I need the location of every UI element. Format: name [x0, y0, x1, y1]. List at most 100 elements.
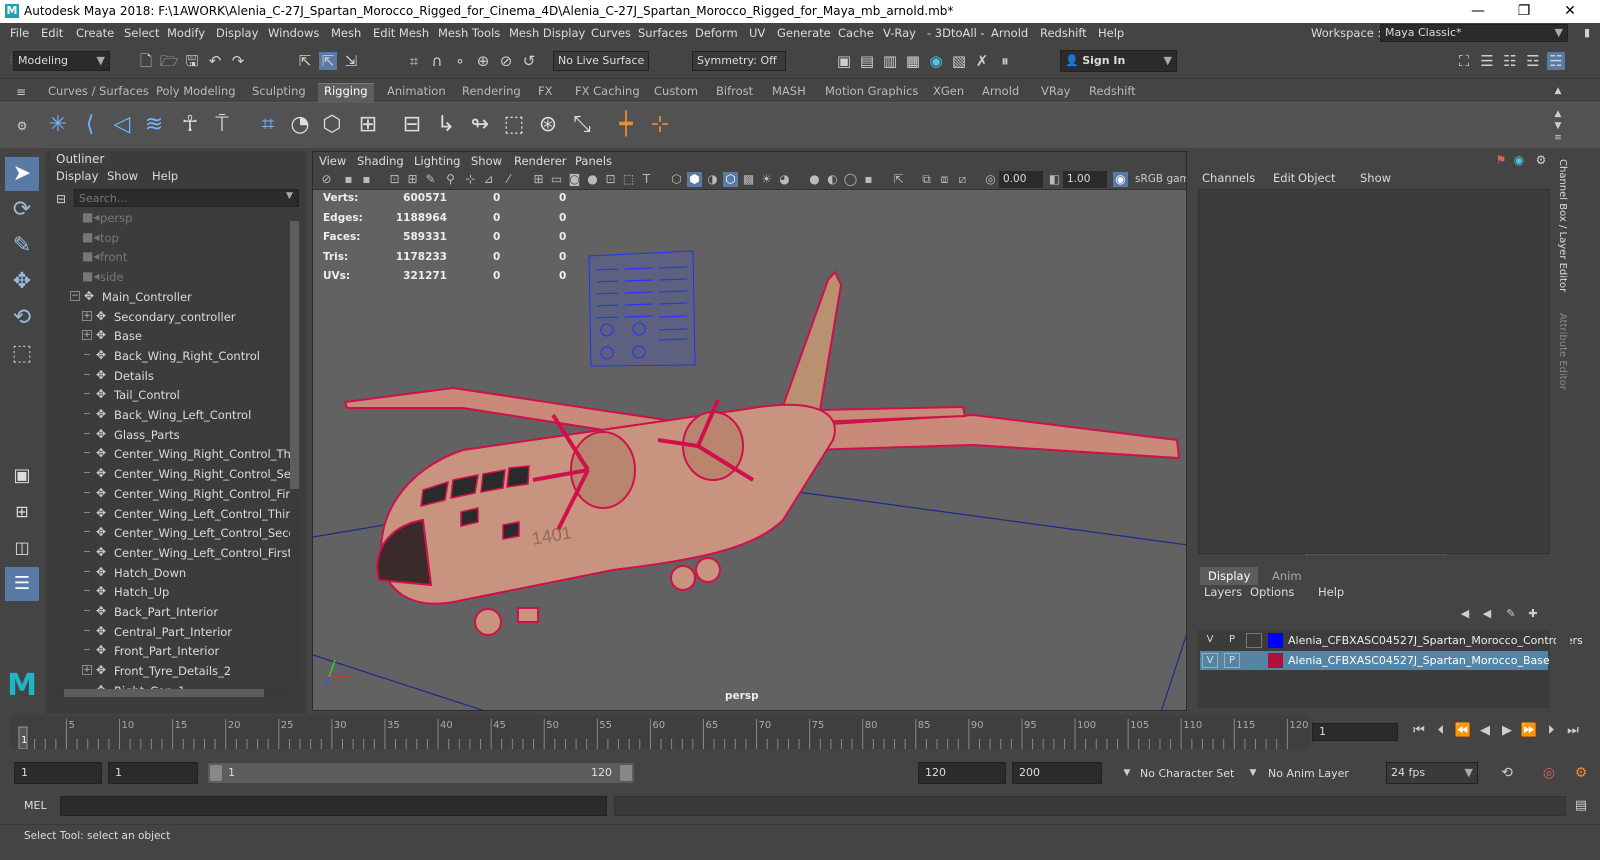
- shelf-tab-fx-caching[interactable]: FX Caching: [569, 84, 646, 102]
- layer-color-swatch[interactable]: [1268, 653, 1283, 668]
- expand-toggle-icon[interactable]: +: [82, 330, 92, 341]
- menu-generate[interactable]: Generate: [777, 26, 831, 40]
- mel-command-input[interactable]: [60, 796, 607, 816]
- layer-tab-anim[interactable]: Anim: [1264, 567, 1310, 585]
- shelf-tab-fx[interactable]: FX: [532, 84, 559, 102]
- depth-of-field-icon[interactable]: ▪: [861, 172, 876, 187]
- menu-file[interactable]: File: [10, 26, 29, 40]
- safe-action-icon[interactable]: ⬚: [621, 172, 636, 187]
- motion-blur-icon[interactable]: ◐: [825, 172, 840, 187]
- menu-3dtoall[interactable]: - 3DtoAll -: [927, 26, 985, 40]
- go-to-start-icon[interactable]: ⏮: [1410, 722, 1428, 740]
- menu-mesh-tools[interactable]: Mesh Tools: [438, 26, 500, 40]
- snap-surface-icon[interactable]: ⊘: [497, 52, 515, 70]
- chevron-down-icon[interactable]: ▼: [1244, 764, 1262, 782]
- outliner-item[interactable]: ✥ Details: [46, 367, 290, 386]
- viewport-menu-panels[interactable]: Panels: [575, 154, 612, 168]
- outliner-item[interactable]: ■◂ top: [46, 229, 290, 248]
- render-settings-icon[interactable]: ▦: [904, 52, 922, 70]
- menu-cache[interactable]: Cache: [838, 26, 874, 40]
- color-management-icon[interactable]: ◉: [1113, 172, 1128, 187]
- display-layer-row[interactable]: V P Alenia_CFBXASC04527J_Spartan_Morocco_B…: [1200, 651, 1550, 670]
- scroll-up-icon[interactable]: ▲: [1549, 82, 1567, 100]
- camera-attributes-icon[interactable]: ▪: [341, 172, 356, 187]
- layer-playback-toggle[interactable]: P: [1224, 633, 1240, 648]
- scrollbar-thumb[interactable]: [290, 221, 299, 489]
- outliner-item[interactable]: ✥ Hatch_Down: [46, 564, 290, 583]
- textured-icon[interactable]: ▩: [741, 172, 756, 187]
- layer-visibility-toggle[interactable]: V: [1202, 653, 1218, 668]
- time-slider[interactable]: 5 10 15 20 25 30 35 40 45 50 55 60 65 70 75 80 85 90 95 100…: [0, 714, 1600, 756]
- shelf-tab-motion-graphics[interactable]: Motion Graphics: [819, 84, 924, 102]
- safe-title-icon[interactable]: T: [639, 172, 654, 187]
- new-scene-icon[interactable]: 🗋: [137, 52, 155, 70]
- symmetry-dropdown[interactable]: Symmetry: Off: [692, 51, 786, 71]
- range-start-handle[interactable]: [210, 765, 222, 781]
- snap-curve-icon[interactable]: ∩: [428, 52, 446, 70]
- layer-menu-options[interactable]: Options: [1250, 585, 1294, 599]
- animation-end-field[interactable]: 200: [1012, 762, 1102, 784]
- snap-pivot-icon[interactable]: ↺: [520, 52, 538, 70]
- film-gate-icon[interactable]: ▭: [549, 172, 564, 187]
- lasso-tool-icon[interactable]: ⟳: [5, 193, 39, 227]
- menu-v-ray[interactable]: V-Ray: [883, 26, 916, 40]
- gamma-icon[interactable]: ◧: [1047, 172, 1062, 187]
- joint-tool-icon[interactable]: ✳: [44, 111, 72, 139]
- shelf-tab-sculpting[interactable]: Sculpting: [246, 84, 312, 102]
- grease-pencil-icon[interactable]: ✎: [423, 172, 438, 187]
- resolution-gate-icon[interactable]: ◙: [567, 172, 582, 187]
- ambient-occlusion-icon[interactable]: ●: [807, 172, 822, 187]
- layer-color-swatch[interactable]: [1268, 633, 1283, 648]
- rotate-tool-icon[interactable]: ⟲: [5, 301, 39, 335]
- fps-dropdown[interactable]: 24 fps ▼: [1386, 762, 1478, 784]
- wireframe-on-shaded-icon[interactable]: ⬡: [723, 172, 738, 187]
- single-view-icon[interactable]: ▣: [5, 459, 39, 493]
- shelf-tab-bifrost[interactable]: Bifrost: [710, 84, 759, 102]
- play-backwards-icon[interactable]: ◀: [1476, 722, 1494, 740]
- ik-handle-icon[interactable]: ⟨: [76, 111, 104, 139]
- menu-edit-mesh[interactable]: Edit Mesh: [373, 26, 429, 40]
- menu-display[interactable]: Display: [216, 26, 258, 40]
- layer-menu-help[interactable]: Help: [1318, 585, 1344, 599]
- outliner-item[interactable]: ✥ Front_Part_Interior: [46, 642, 290, 661]
- outliner-item[interactable]: ■◂ side: [46, 268, 290, 287]
- outliner-item[interactable]: + ✥ Secondary_controller: [46, 308, 290, 327]
- chevron-down-icon[interactable]: ▼: [286, 191, 293, 201]
- channel-menu-object[interactable]: Object: [1298, 171, 1335, 185]
- shelf-more-icon[interactable]: ≡: [1549, 129, 1567, 147]
- outliner-item[interactable]: ■◂ persp: [46, 209, 290, 228]
- channel-box-layer-editor-tab[interactable]: Channel Box / Layer Editor: [1557, 159, 1568, 292]
- shelf-tab-arnold[interactable]: Arnold: [976, 84, 1025, 102]
- outliner-item[interactable]: ✥ Glass_Parts: [46, 426, 290, 445]
- outliner-item[interactable]: + ✥ Base: [46, 327, 290, 346]
- camera-select-icon[interactable]: ⊘: [319, 172, 334, 187]
- grease-icon[interactable]: ⊿: [481, 172, 496, 187]
- default-material-icon[interactable]: ◑: [705, 172, 720, 187]
- orient-constraint-icon[interactable]: ⬚: [500, 111, 528, 139]
- outliner-h-scrollbar[interactable]: [54, 689, 290, 697]
- menu-select[interactable]: Select: [124, 26, 159, 40]
- range-end-handle[interactable]: [620, 765, 632, 781]
- open-scene-icon[interactable]: 🗁: [160, 52, 179, 70]
- snap-grid-icon[interactable]: ⌗: [405, 52, 423, 70]
- perspective-viewport[interactable]: View Shading Lighting Show Renderer Panels ⊘ …: [312, 151, 1187, 711]
- mel-label[interactable]: MEL: [24, 799, 47, 812]
- auto-key-icon[interactable]: ◎: [1540, 764, 1558, 782]
- attribute-editor-toggle-icon[interactable]: ☰: [1478, 52, 1496, 70]
- select-component-icon[interactable]: ⇲: [342, 52, 360, 70]
- pause-render-icon[interactable]: ⏸: [996, 52, 1014, 70]
- loop-icon[interactable]: ⟲: [1498, 764, 1516, 782]
- shelf-tab-mash[interactable]: MASH: [766, 84, 812, 102]
- modeling-toolkit-icon[interactable]: ⛶: [1455, 52, 1473, 70]
- lock-camera-icon[interactable]: ⚲: [443, 172, 458, 187]
- select-object-icon[interactable]: ⇱: [319, 52, 337, 70]
- viewport-menu-shading[interactable]: Shading: [357, 154, 404, 168]
- cluster-icon[interactable]: ⬡: [318, 111, 346, 139]
- save-scene-icon[interactable]: 🖫: [183, 52, 201, 70]
- character-set-dropdown[interactable]: No Character Set: [1140, 767, 1234, 780]
- workspace-options-icon[interactable]: ▮: [1578, 24, 1596, 42]
- step-back-frame-icon[interactable]: ⏴: [1432, 722, 1450, 740]
- shelf-settings-icon[interactable]: ⚙: [13, 117, 31, 135]
- new-empty-layer-icon[interactable]: ✎: [1502, 605, 1520, 623]
- ipr-render-icon[interactable]: ▥: [881, 52, 899, 70]
